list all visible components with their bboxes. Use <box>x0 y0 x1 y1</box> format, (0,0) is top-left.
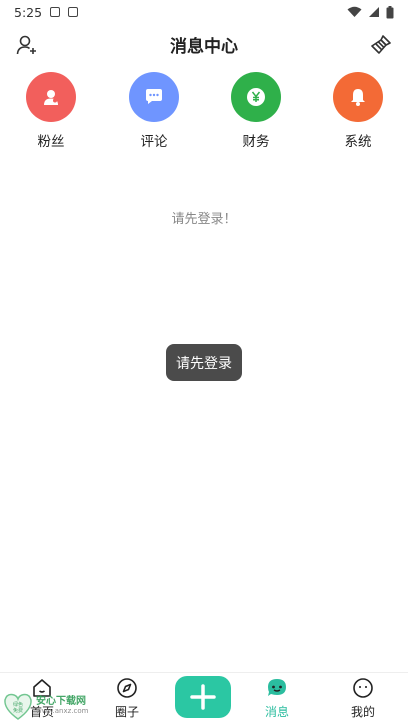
toast-message: 请先登录 <box>166 344 242 381</box>
nav-bar: 消息中心 <box>0 24 408 64</box>
system-icon-circle <box>333 72 383 122</box>
notification-icon <box>50 7 61 17</box>
category-fans[interactable]: 粉丝 <box>21 72 81 150</box>
category-label: 系统 <box>344 134 372 150</box>
clear-button[interactable] <box>368 32 394 58</box>
watermark-title: 安心下载网 <box>36 696 86 707</box>
category-label: 财务 <box>242 134 270 150</box>
message-icon <box>268 679 286 696</box>
category-row: 粉丝 评论 财务 系统 <box>0 72 408 152</box>
cast-icon <box>68 7 79 17</box>
add-friend-button[interactable] <box>14 32 40 58</box>
signal-icon <box>369 7 379 17</box>
bell-icon <box>351 89 365 106</box>
watermark: 绿色 免费 安心下载网 www.anxz.com <box>2 690 102 722</box>
tab-circle[interactable]: 圈子 <box>97 677 157 723</box>
watermark-text: 安心下载网 www.anxz.com <box>36 696 88 716</box>
comment-icon <box>146 89 162 104</box>
user-icon <box>44 90 58 105</box>
tab-label: 圈子 <box>114 705 139 719</box>
tab-label: 我的 <box>350 705 375 719</box>
yen-icon <box>247 88 265 106</box>
category-comments[interactable]: 评论 <box>124 72 184 150</box>
category-label: 粉丝 <box>37 134 65 150</box>
battery-icon <box>386 5 394 18</box>
svg-text:绿色: 绿色 <box>13 701 23 708</box>
add-user-icon <box>16 35 36 55</box>
svg-text:免费: 免费 <box>13 707 23 714</box>
category-system[interactable]: 系统 <box>328 72 388 150</box>
smile-icon <box>353 678 373 698</box>
watermark-logo-icon: 绿色 免费 <box>4 693 32 720</box>
finance-icon-circle <box>231 72 281 122</box>
comments-icon-circle <box>129 72 179 122</box>
wifi-icon <box>347 6 362 17</box>
compass-icon <box>117 678 137 698</box>
category-finance[interactable]: 财务 <box>226 72 286 150</box>
plus-icon <box>190 684 216 710</box>
category-label: 评论 <box>140 134 168 150</box>
login-prompt-text: 请先登录！ <box>171 212 237 227</box>
publish-button[interactable] <box>175 676 231 718</box>
status-right <box>347 5 394 19</box>
fans-icon-circle <box>26 72 76 122</box>
watermark-subtitle: www.anxz.com <box>36 707 89 715</box>
tab-mine[interactable]: 我的 <box>333 677 393 723</box>
tab-messages[interactable]: 消息 <box>247 677 307 723</box>
status-bar: 5:25 <box>0 0 408 24</box>
page-title: 消息中心 <box>170 36 238 57</box>
tab-label: 消息 <box>264 705 289 719</box>
status-time: 5:25 <box>14 4 43 20</box>
broom-icon <box>371 35 391 54</box>
